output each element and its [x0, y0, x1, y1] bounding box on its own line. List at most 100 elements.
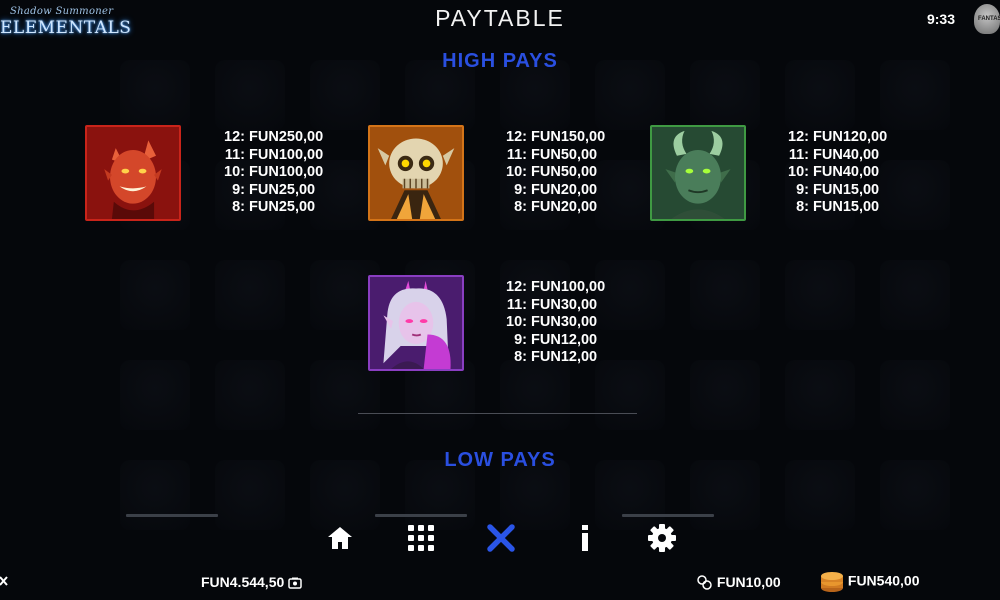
- pay-row: 11: FUN30,00: [497, 297, 605, 315]
- pay-row: 9: FUN12,00: [497, 332, 605, 350]
- pay-count: 11:: [506, 146, 527, 163]
- pay-value: FUN15,00: [813, 199, 880, 216]
- pay-row: 8: FUN15,00: [779, 199, 887, 217]
- page-title: PAYTABLE: [435, 5, 565, 31]
- pay-count: 9:: [514, 331, 527, 348]
- pay-count: 9:: [514, 181, 527, 198]
- pay-value: FUN50,00: [531, 164, 598, 181]
- pay-value: FUN250,00: [249, 129, 324, 145]
- pay-row: 11: FUN50,00: [497, 147, 605, 165]
- wallet-icon: [288, 577, 302, 590]
- background-reel-cell: [120, 360, 190, 430]
- pay-count: 10:: [506, 164, 527, 181]
- background-reel-cell: [595, 360, 665, 430]
- pay-value: FUN30,00: [531, 296, 598, 313]
- pay-row: 10: FUN40,00: [779, 164, 887, 182]
- balance-display: FUN4.544,50: [201, 574, 302, 590]
- high-pays-heading: HIGH PAYS: [442, 50, 558, 72]
- win-value: FUN540,00: [847, 572, 920, 589]
- close-icon: [0, 576, 8, 586]
- provider-logo: FANTASMA: [974, 4, 1000, 34]
- pay-count: 9:: [796, 181, 809, 198]
- pay-value: FUN30,00: [531, 314, 598, 331]
- pay-value: FUN15,00: [813, 181, 880, 198]
- reel-tab-indicator: [375, 514, 467, 517]
- pay-count: 8:: [796, 199, 809, 216]
- close-button[interactable]: [481, 518, 521, 558]
- pay-value: FUN25,00: [249, 181, 316, 198]
- pay-row: 8: FUN12,00: [497, 349, 605, 367]
- purple-succubus-icon: [368, 275, 464, 371]
- bet-value: FUN10,00: [716, 574, 781, 590]
- balance-value: FUN4.544,50: [201, 574, 285, 590]
- pay-row: 11: FUN40,00: [779, 147, 887, 165]
- pay-count: 8:: [514, 349, 527, 366]
- pay-list-green-demon: 12: FUN120,00 11: FUN40,00 10: FUN40,00 9: …: [779, 129, 887, 217]
- pay-row: 10: FUN100,00: [215, 164, 323, 182]
- pay-row: 10: FUN30,00: [497, 314, 605, 332]
- coins-icon: [697, 575, 712, 591]
- background-reel-cell: [785, 360, 855, 430]
- pay-value: FUN20,00: [531, 199, 598, 216]
- background-reel-cell: [120, 260, 190, 330]
- background-reel-cell: [595, 260, 665, 330]
- pay-list-skull-imp: 12: FUN150,00 11: FUN50,00 10: FUN50,00 9: …: [497, 129, 605, 217]
- pay-count: 9:: [232, 181, 245, 198]
- pay-count: 12:: [224, 129, 245, 145]
- bet-display[interactable]: FUN10,00: [697, 574, 781, 591]
- pay-count: 10:: [788, 164, 809, 181]
- pay-value: FUN50,00: [531, 146, 598, 163]
- pay-value: FUN25,00: [249, 199, 316, 216]
- pay-row: 9: FUN25,00: [215, 182, 323, 200]
- info-button[interactable]: [566, 518, 606, 558]
- pay-count: 11:: [506, 296, 527, 313]
- red-devil-icon: [85, 125, 181, 221]
- background-reel-cell: [690, 260, 760, 330]
- pay-count: 8:: [232, 199, 245, 216]
- pay-count: 11:: [788, 146, 809, 163]
- reel-tab-indicator: [126, 514, 218, 517]
- pay-row: 9: FUN15,00: [779, 182, 887, 200]
- pay-row: 11: FUN100,00: [215, 147, 323, 165]
- settings-button[interactable]: [642, 518, 682, 558]
- pay-value: FUN100,00: [249, 146, 324, 163]
- pay-value: FUN40,00: [813, 164, 880, 181]
- pay-count: 10:: [506, 314, 527, 331]
- background-reel-cell: [880, 260, 950, 330]
- background-reel-cell: [500, 360, 570, 430]
- background-reel-cell: [690, 360, 760, 430]
- background-reel-cell: [880, 360, 950, 430]
- pay-row: 12: FUN120,00: [779, 129, 887, 147]
- pay-value: FUN40,00: [813, 146, 880, 163]
- gear-icon: [648, 524, 676, 552]
- pay-row: 9: FUN20,00: [497, 182, 605, 200]
- pay-value: FUN100,00: [531, 279, 606, 295]
- pay-count: 11:: [224, 146, 245, 163]
- pay-count: 10:: [224, 164, 245, 181]
- pay-value: FUN12,00: [531, 349, 598, 366]
- home-icon: [328, 527, 352, 549]
- background-reel-cell: [215, 360, 285, 430]
- pay-list-purple-succubus: 12: FUN100,00 11: FUN30,00 10: FUN30,00 9: …: [497, 279, 605, 367]
- pay-value: FUN100,00: [249, 164, 324, 181]
- home-button[interactable]: [320, 518, 360, 558]
- background-reel-cell: [880, 160, 950, 230]
- pay-row: 8: FUN20,00: [497, 199, 605, 217]
- games-menu-button[interactable]: [401, 518, 441, 558]
- pay-row: 12: FUN150,00: [497, 129, 605, 147]
- reel-tab-indicator: [622, 514, 714, 517]
- close-game-button[interactable]: [0, 573, 8, 589]
- pay-value: FUN20,00: [531, 181, 598, 198]
- section-divider: [358, 413, 637, 414]
- pay-row: 12: FUN250,00: [215, 129, 323, 147]
- background-reel-cell: [785, 260, 855, 330]
- pay-value: FUN12,00: [531, 331, 598, 348]
- background-reel-cell: [215, 260, 285, 330]
- pay-count: 8:: [514, 199, 527, 216]
- pay-count: 12:: [506, 279, 527, 295]
- pay-value: FUN120,00: [813, 129, 888, 145]
- close-icon: [487, 524, 515, 552]
- pay-row: 10: FUN50,00: [497, 164, 605, 182]
- coin-stack-icon: [821, 572, 843, 592]
- low-pays-heading: LOW PAYS: [444, 449, 556, 471]
